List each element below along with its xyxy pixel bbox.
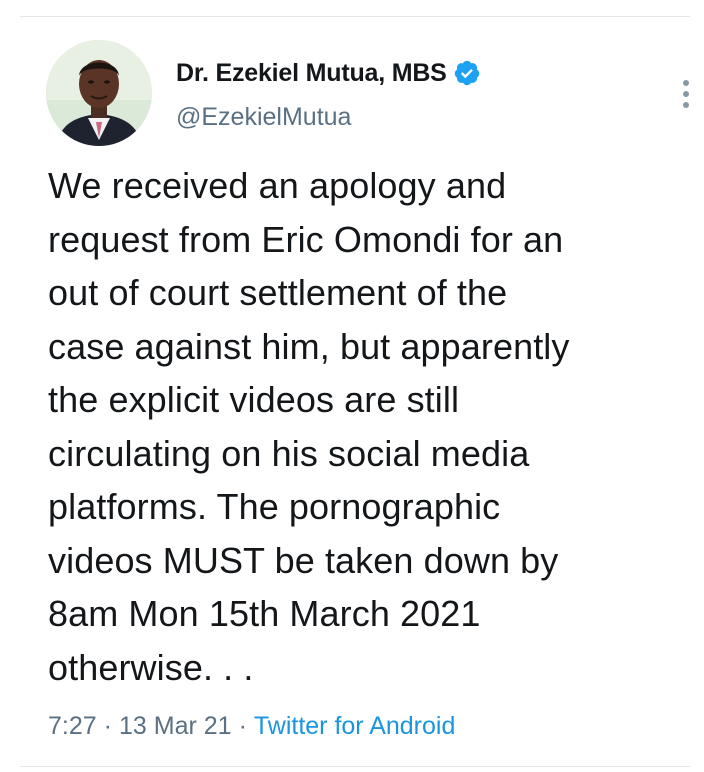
tweet-time[interactable]: 7:27 xyxy=(48,712,97,741)
author-name-row[interactable]: Dr. Ezekiel Mutua, MBS xyxy=(176,58,481,88)
more-vertical-icon[interactable] xyxy=(676,78,696,110)
tweet-metadata: 7:27 · 13 Mar 21 · Twitter for Android xyxy=(48,712,455,741)
author-display-name[interactable]: Dr. Ezekiel Mutua, MBS xyxy=(176,59,447,88)
avatar[interactable] xyxy=(46,40,152,146)
tweet-text: We received an apology and request from … xyxy=(48,165,570,688)
top-divider xyxy=(20,16,690,17)
verified-badge-icon xyxy=(453,59,481,87)
tweet-source-link[interactable]: Twitter for Android xyxy=(254,712,455,741)
meta-separator: · xyxy=(103,712,112,740)
bottom-divider xyxy=(20,766,690,767)
author-handle[interactable]: @EzekielMutua xyxy=(176,103,351,132)
meta-separator: · xyxy=(238,712,247,740)
tweet-card: Dr. Ezekiel Mutua, MBS @EzekielMutua We … xyxy=(0,0,704,772)
profile-photo xyxy=(46,40,152,146)
tweet-date[interactable]: 13 Mar 21 xyxy=(119,712,232,741)
